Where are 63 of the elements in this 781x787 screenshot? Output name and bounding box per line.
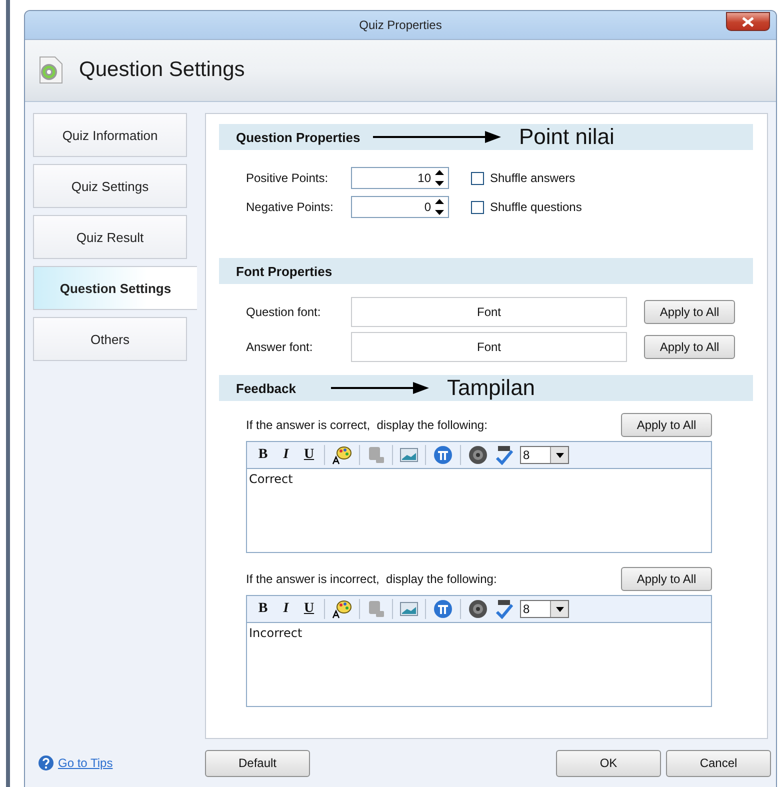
number-spinner[interactable]: 10 — [351, 167, 449, 189]
field-label: Question font: — [246, 305, 322, 319]
format-button[interactable]: U — [301, 447, 317, 463]
checkbox[interactable] — [471, 172, 484, 184]
field-label: Negative Points: — [246, 200, 334, 214]
apply-to-all-button[interactable]: Apply to All — [621, 413, 712, 437]
spellcheck-icon — [495, 445, 513, 465]
font-size-dropdown[interactable]: 8 — [520, 600, 569, 618]
disabled-shape-icon — [367, 600, 385, 618]
font-field[interactable]: Font — [351, 332, 627, 362]
annotation-text: Point nilai — [519, 124, 614, 150]
section-title: Font Properties — [236, 264, 334, 278]
apply-to-all-button[interactable]: Apply to All — [644, 335, 735, 359]
format-button[interactable]: I — [278, 601, 294, 617]
number-spinner[interactable]: 0 — [351, 196, 449, 218]
cancel-button[interactable]: Cancel — [666, 750, 771, 776]
checkbox-label: Shuffle answers — [490, 171, 576, 185]
feedback-prompt: If the answer is incorrect, display the following: — [246, 572, 497, 586]
dropdown-arrow-icon — [556, 452, 564, 458]
palette-icon — [332, 599, 352, 619]
ok-button[interactable]: OK — [556, 750, 661, 776]
field-label: Answer font: — [246, 340, 314, 354]
arrow-icon — [373, 131, 501, 143]
arrow-icon — [331, 382, 429, 394]
sidebar-tab[interactable]: Question Settings — [33, 266, 197, 310]
window-title: Quiz Properties — [359, 18, 442, 32]
checkbox[interactable] — [471, 200, 484, 214]
format-button[interactable]: B — [255, 601, 271, 617]
checkbox-label: Shuffle questions — [490, 200, 582, 214]
format-button[interactable]: I — [278, 447, 294, 463]
font-field[interactable]: Font — [351, 297, 627, 327]
image-icon — [400, 448, 418, 462]
sidebar-tab[interactable]: Others — [33, 317, 187, 361]
font-size-dropdown[interactable]: 8 — [520, 446, 569, 464]
close-button[interactable] — [726, 12, 770, 31]
disabled-shape-icon — [367, 446, 385, 464]
apply-to-all-button[interactable]: Apply to All — [644, 300, 735, 324]
speaker-icon — [468, 445, 488, 465]
spin-arrows-icon — [435, 198, 444, 216]
sidebar-tab[interactable]: Quiz Result — [33, 215, 187, 259]
format-button[interactable]: B — [255, 447, 271, 463]
spellcheck-icon — [495, 599, 513, 619]
tips-link[interactable]: Go to Tips — [58, 756, 113, 770]
sidebar-tab[interactable]: Quiz Settings — [33, 164, 187, 208]
spin-arrows-icon — [435, 169, 444, 187]
palette-icon — [332, 445, 352, 465]
dropdown-arrow-icon — [556, 606, 564, 612]
feedback-prompt: If the answer is correct, display the following: — [246, 418, 488, 432]
format-button[interactable]: U — [301, 601, 317, 617]
apply-to-all-button[interactable]: Apply to All — [621, 567, 712, 591]
header-title: Question Settings — [79, 58, 245, 82]
image-icon — [400, 602, 418, 616]
field-label: Positive Points: — [246, 171, 330, 185]
section-title: Feedback — [236, 380, 297, 396]
close-icon — [742, 16, 754, 26]
annotation-text: Tampilan — [447, 375, 536, 401]
pi-icon — [433, 445, 453, 465]
section-title: Question Properties — [236, 130, 362, 144]
default-button[interactable]: Default — [205, 750, 310, 776]
speaker-icon — [468, 599, 488, 619]
help-icon — [38, 755, 54, 771]
pi-icon — [433, 599, 453, 619]
sidebar-tab[interactable]: Quiz Information — [33, 113, 187, 157]
